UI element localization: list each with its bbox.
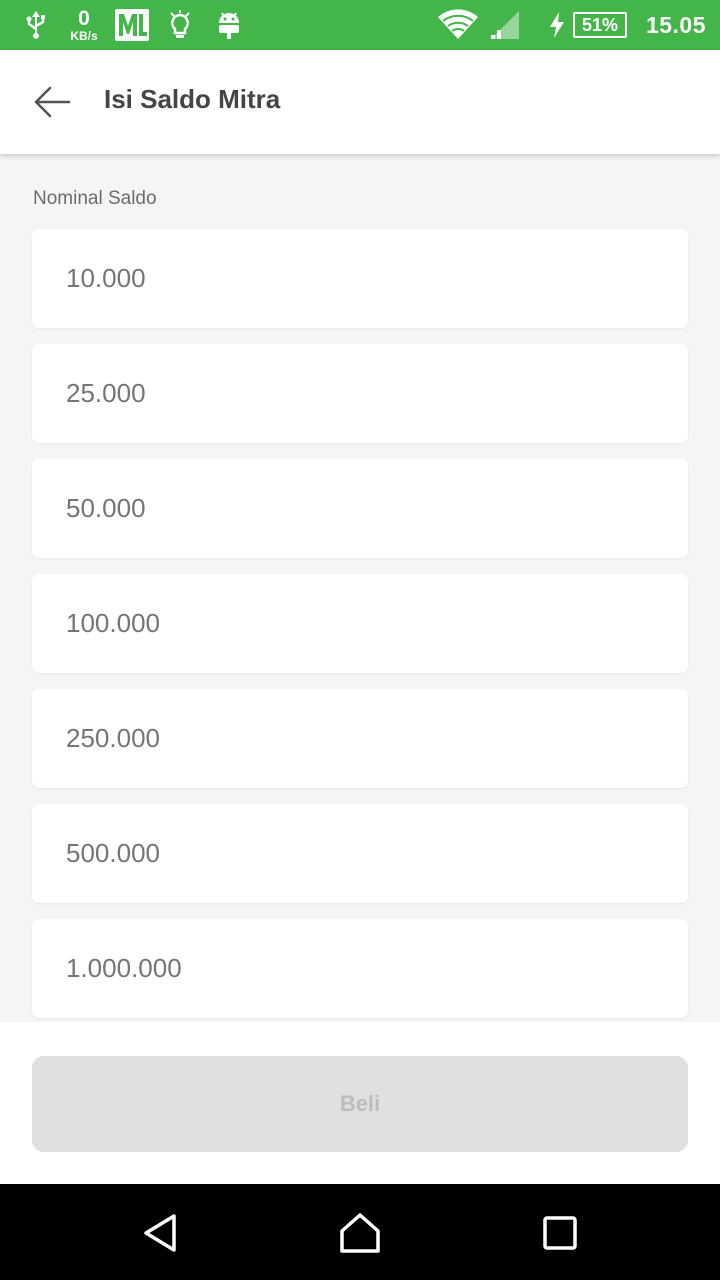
network-speed-unit: KB/s — [70, 29, 98, 43]
charging-icon — [546, 0, 568, 50]
wifi-icon — [436, 0, 480, 50]
nominal-option-1000000[interactable]: 1.000.000 — [32, 919, 688, 1018]
arrow-left-icon — [34, 86, 71, 118]
nav-home-icon — [340, 1213, 380, 1253]
nav-back-button[interactable] — [135, 1208, 185, 1258]
network-speed: 0 KB/s — [64, 0, 104, 50]
usb-icon — [22, 0, 50, 50]
ml-app-icon — [114, 0, 150, 50]
clock: 15.05 — [645, 11, 706, 38]
back-button[interactable] — [28, 80, 76, 124]
buy-button[interactable]: Beli — [32, 1056, 688, 1152]
status-bar: 0 KB/s 51% 15.05 — [0, 0, 720, 50]
navigation-bar — [0, 1184, 720, 1280]
nominal-option-500000[interactable]: 500.000 — [32, 804, 688, 903]
nominal-option-250000[interactable]: 250.000 — [32, 689, 688, 788]
android-icon — [215, 0, 243, 50]
nav-home-button[interactable] — [335, 1208, 385, 1258]
nav-back-icon — [144, 1214, 176, 1252]
network-speed-value: 0 — [78, 7, 90, 30]
nominal-label: Nominal Saldo — [33, 188, 157, 209]
battery-level: 51% — [573, 12, 627, 38]
nav-recent-icon — [543, 1216, 577, 1250]
nominal-options-list: 10.000 25.000 50.000 100.000 250.000 500… — [32, 229, 688, 1034]
battery-icon: 51% — [572, 0, 628, 50]
signal-icon — [488, 0, 522, 50]
bulb-icon — [167, 0, 193, 50]
nominal-option-10000[interactable]: 10.000 — [32, 229, 688, 328]
page-title: Isi Saldo Mitra — [104, 84, 281, 114]
nominal-option-50000[interactable]: 50.000 — [32, 459, 688, 558]
nav-recent-button[interactable] — [535, 1208, 585, 1258]
nominal-option-25000[interactable]: 25.000 — [32, 344, 688, 443]
app-bar: Isi Saldo Mitra — [0, 50, 720, 154]
footer: Beli — [0, 1022, 720, 1184]
nominal-option-100000[interactable]: 100.000 — [32, 574, 688, 673]
main-content: Nominal Saldo 10.000 25.000 50.000 100.0… — [0, 154, 720, 1184]
